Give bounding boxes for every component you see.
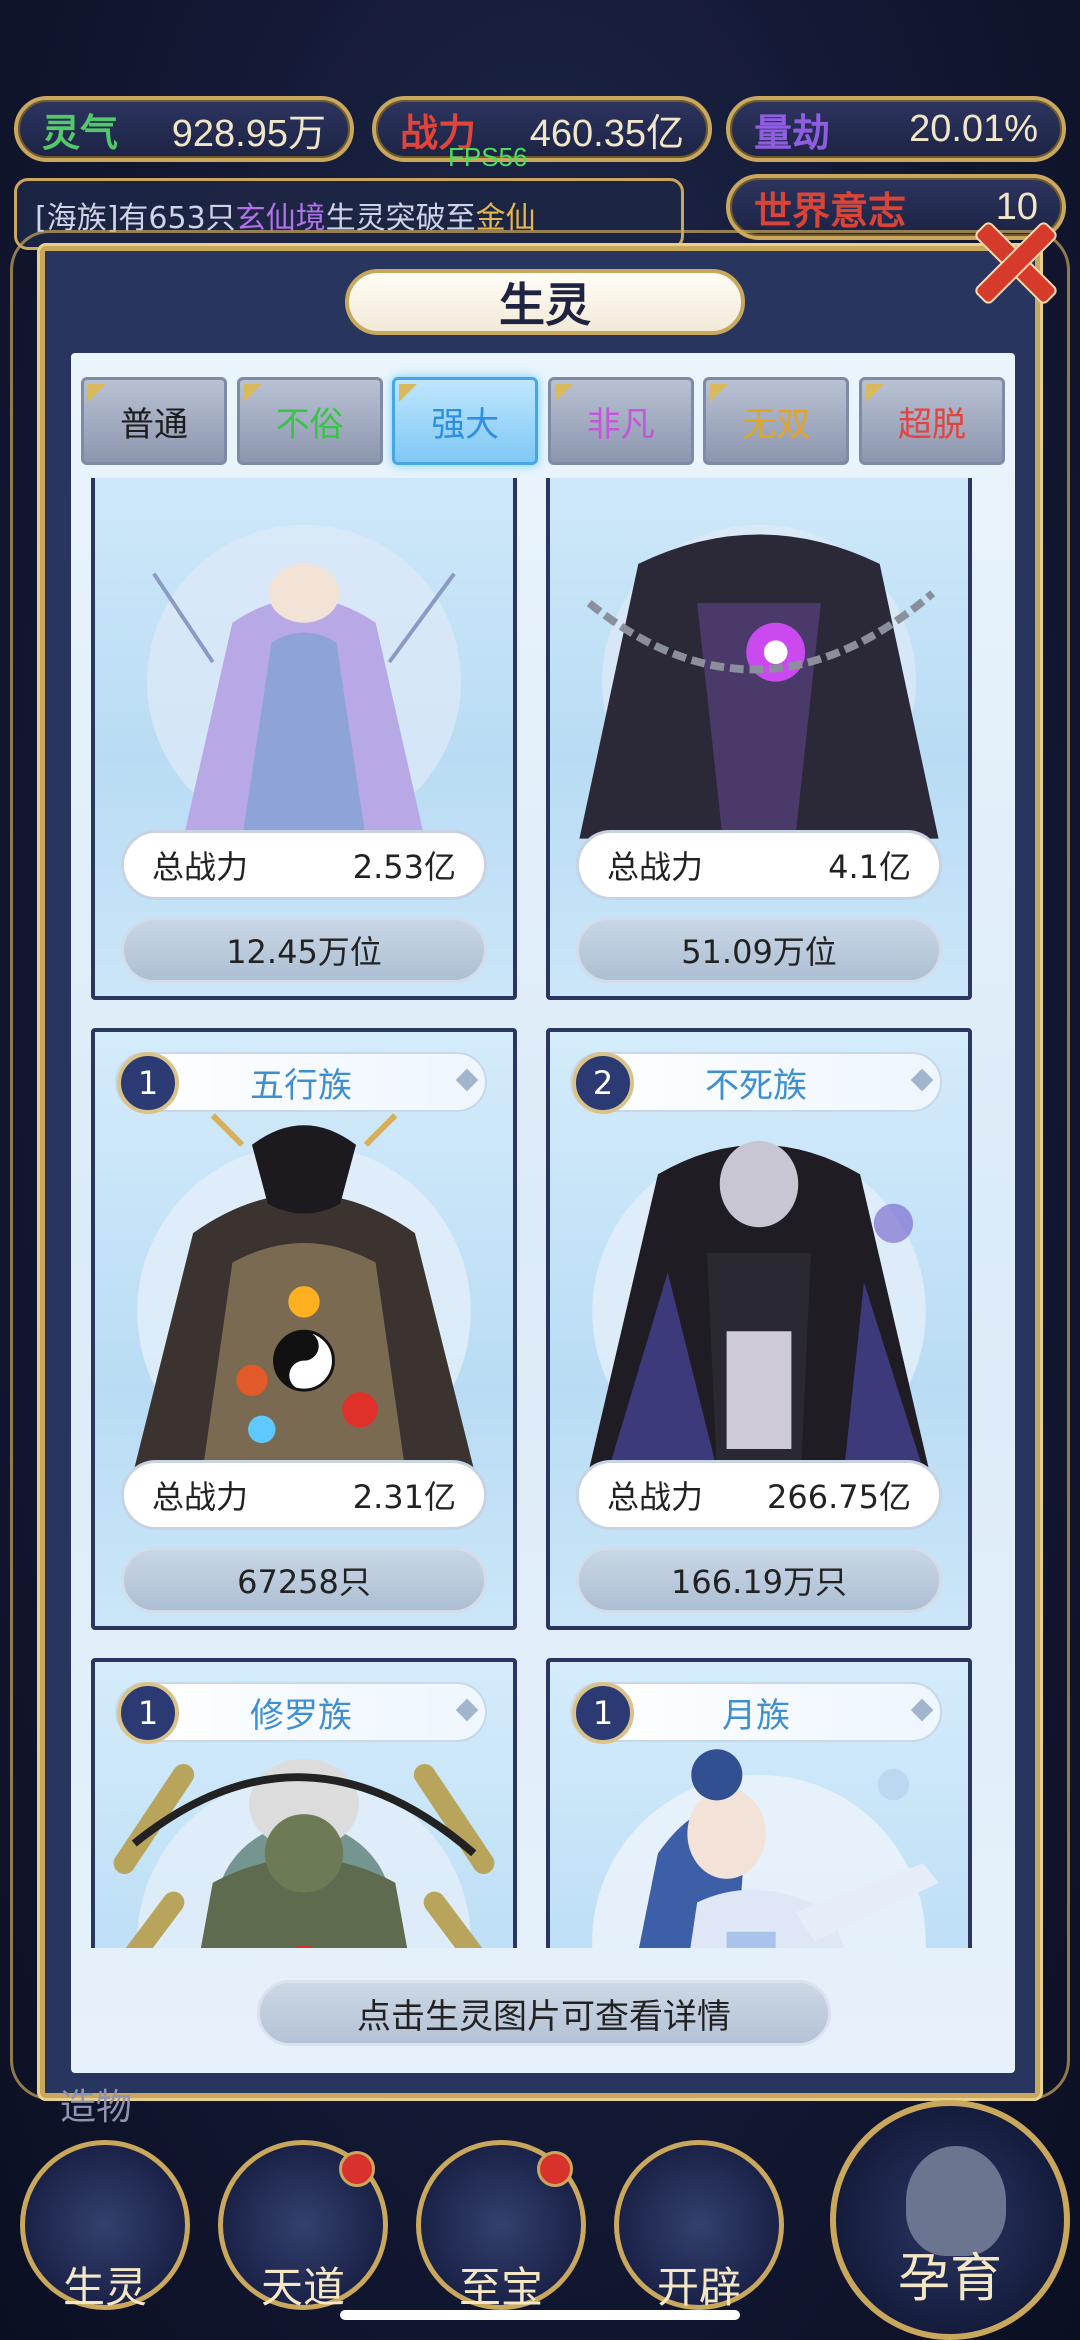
creature-grid[interactable]: 总战力 2.53亿 12.45万位 总战力 4.1亿 51.09万位 五行族 1… [71, 478, 1015, 1948]
hud-zhanli: 战力 460.35亿 [372, 96, 712, 162]
rank-badge: 1 [572, 1682, 634, 1744]
tab-busu[interactable]: 不俗 [236, 377, 383, 465]
hud-lingqi-value: 928.95万 [171, 112, 326, 155]
power-value: 2.31亿 [352, 1478, 456, 1516]
notification-badge [339, 2151, 375, 2187]
creature-portrait[interactable] [550, 1112, 968, 1472]
home-indicator[interactable] [340, 2310, 740, 2320]
hud-liangjie-value: 20.01% [909, 107, 1038, 150]
tab-qiangda[interactable]: 强大 [392, 377, 539, 465]
tab-wushuang[interactable]: 无双 [703, 377, 850, 465]
nav-shengling-button[interactable]: 生灵 [20, 2140, 190, 2312]
population-count: 12.45万位 [121, 917, 487, 983]
tab-label: 非凡 [586, 404, 655, 445]
hud-lingqi-label: 灵气 [42, 109, 119, 155]
power-label: 总战力 [607, 848, 704, 886]
creature-name: 不死族 [705, 1065, 807, 1106]
hud-lingqi: 灵气 928.95万 [14, 96, 354, 162]
power-pill: 总战力 2.31亿 [121, 1460, 487, 1530]
creature-name: 月族 [722, 1695, 790, 1736]
tab-label: 超脱 [897, 404, 966, 445]
power-label: 总战力 [152, 848, 249, 886]
yunyu-label: 孕育 [897, 2249, 1002, 2309]
nav-kaipi-button[interactable]: 开辟 [614, 2140, 784, 2312]
power-label: 总战力 [152, 1478, 249, 1516]
rarity-tabs: 普通 不俗 强大 非凡 无双 超脱 [81, 377, 1005, 465]
creature-portrait[interactable] [95, 482, 513, 842]
tab-feifan[interactable]: 非凡 [547, 377, 694, 465]
tab-label: 无双 [742, 404, 811, 445]
nav-zhibao-button[interactable]: 至宝 [416, 2140, 586, 2312]
power-pill: 总战力 2.53亿 [121, 830, 487, 900]
nav-label: 天道 [260, 2263, 345, 2312]
nav-label: 至宝 [458, 2263, 543, 2312]
creature-portrait[interactable] [550, 1742, 968, 1948]
creature-card[interactable]: 总战力 4.1亿 51.09万位 [546, 478, 972, 1000]
power-pill: 总战力 266.75亿 [576, 1460, 942, 1530]
rank-badge: 2 [572, 1052, 634, 1114]
close-icon[interactable] [968, 214, 1064, 310]
tab-label: 普通 [120, 404, 188, 445]
nav-label: 生灵 [62, 2263, 147, 2312]
creatures-modal: 生灵 普通 不俗 强大 非凡 无双 超脱 总战力 2.53亿 12.45万位 总… [40, 246, 1040, 2098]
tab-label: 不俗 [275, 404, 344, 445]
hud-liangjie[interactable]: 量劫 20.01% [726, 96, 1066, 162]
rank-badge: 1 [117, 1682, 179, 1744]
power-pill: 总战力 4.1亿 [576, 830, 942, 900]
hud-liangjie-label: 量劫 [754, 109, 831, 155]
creature-portrait[interactable] [95, 1742, 513, 1948]
hud-zhanli-value: 460.35亿 [529, 112, 684, 155]
tab-putong[interactable]: 普通 [81, 377, 227, 465]
creature-card[interactable]: 月族 1 [546, 1658, 972, 1948]
creature-portrait[interactable] [95, 1112, 513, 1472]
fps-counter: FPS56 [448, 142, 528, 172]
rank-badge: 1 [117, 1052, 179, 1114]
footer-hint: 点击生灵图片可查看详情 [257, 1980, 831, 2046]
population-count: 67258只 [121, 1547, 487, 1613]
hud-shijie-label: 世界意志 [754, 187, 907, 233]
nav-tiandao-button[interactable]: 天道 [218, 2140, 388, 2312]
notification-badge [537, 2151, 573, 2187]
yunyu-button[interactable]: 孕育 [830, 2100, 1070, 2340]
creature-card[interactable]: 总战力 2.53亿 12.45万位 [91, 478, 517, 1000]
tab-chaotuo[interactable]: 超脱 [858, 377, 1005, 465]
creature-card[interactable]: 修罗族 1 [91, 1658, 517, 1948]
population-count: 166.19万只 [576, 1547, 942, 1613]
tab-label: 强大 [431, 404, 500, 445]
power-value: 266.75亿 [767, 1478, 911, 1516]
creature-name: 修罗族 [250, 1695, 352, 1736]
creature-portrait[interactable] [550, 482, 968, 842]
modal-content: 普通 不俗 强大 非凡 无双 超脱 总战力 2.53亿 12.45万位 总战力 … [71, 353, 1015, 2073]
power-value: 4.1亿 [828, 848, 911, 886]
nav-label: 开辟 [656, 2263, 741, 2312]
creature-name: 五行族 [250, 1065, 352, 1106]
population-count: 51.09万位 [576, 917, 942, 983]
creature-card[interactable]: 五行族 1 总战力 2.31亿 67258只 [91, 1028, 517, 1630]
power-value: 2.53亿 [352, 848, 456, 886]
power-label: 总战力 [607, 1478, 704, 1516]
creature-card[interactable]: 不死族 2 总战力 266.75亿 166.19万只 [546, 1028, 972, 1630]
modal-title: 生灵 [345, 269, 745, 335]
